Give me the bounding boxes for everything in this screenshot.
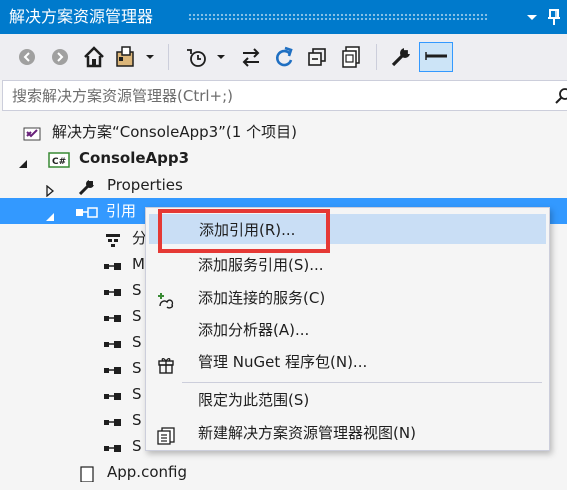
search-icon[interactable]: [555, 87, 567, 109]
properties-icon[interactable]: [386, 42, 414, 72]
reference-label: S: [132, 411, 142, 429]
title-grip[interactable]: [188, 13, 489, 21]
pending-changes-icon[interactable]: [182, 42, 210, 72]
reference-label: S: [132, 385, 142, 403]
search-box: [2, 80, 567, 111]
pending-changes-dropdown-icon[interactable]: [214, 42, 228, 72]
toolbar-separator: [376, 44, 377, 70]
menu-item-new-explorer-view[interactable]: 新建解决方案资源管理器视图(N): [149, 418, 546, 448]
reference-label: S: [132, 333, 142, 351]
menu-separator: [182, 382, 542, 383]
wrench-icon: [78, 177, 95, 196]
app-config-label: App.config: [107, 463, 187, 481]
properties-label: Properties: [107, 176, 183, 194]
tree-item-properties[interactable]: Properties: [0, 172, 567, 198]
menu-item-add-reference[interactable]: 添加引用(R)...: [149, 214, 546, 244]
assembly-reference-icon: [103, 308, 125, 324]
forward-icon[interactable]: [46, 42, 74, 72]
tree-item-app-config[interactable]: App.config: [0, 459, 567, 485]
menu-item-label: 添加分析器(A)...: [198, 321, 310, 339]
menu-item-label: 添加连接的服务(C): [198, 289, 326, 307]
toolbar: [0, 34, 567, 80]
menu-item-label: 添加引用(R)...: [199, 221, 296, 239]
show-all-files-icon[interactable]: [338, 42, 366, 72]
menu-item-label: 添加服务引用(S)...: [198, 256, 324, 274]
assembly-reference-icon: [103, 438, 125, 454]
reference-label: S: [132, 359, 142, 377]
reference-label: M: [132, 255, 145, 273]
menu-item-scope-to-this[interactable]: 限定为此范围(S): [149, 385, 546, 415]
csharp-project-icon: C#: [48, 150, 70, 168]
project-label: ConsoleApp3: [79, 149, 190, 167]
reference-label: S: [132, 307, 142, 325]
config-file-icon: [78, 464, 94, 483]
window-position-dropdown-icon[interactable]: [522, 6, 542, 28]
switch-views-icon[interactable]: [113, 42, 141, 72]
reference-label: S: [132, 281, 142, 299]
analyzer-icon: [105, 230, 121, 247]
home-icon[interactable]: [80, 42, 108, 72]
menu-item-manage-nuget[interactable]: 管理 NuGet 程序包(N)...: [149, 347, 546, 377]
menu-item-label: 限定为此范围(S): [198, 391, 310, 409]
assembly-reference-icon: [103, 282, 125, 298]
solution-label: 解决方案“ConsoleApp3”(1 个项目): [52, 123, 297, 141]
assembly-reference-icon: [103, 256, 125, 272]
csharp-badge-text: C#: [52, 157, 66, 167]
connected-service-icon: [157, 290, 174, 309]
context-menu: 添加引用(R)... 添加服务引用(S)... 添加连接的服务(C) 添加分析器…: [145, 207, 550, 451]
assembly-reference-icon: [103, 360, 125, 376]
menu-item-label: 新建解决方案资源管理器视图(N): [198, 424, 416, 442]
back-icon[interactable]: [13, 42, 41, 72]
switch-views-dropdown-icon[interactable]: [143, 42, 157, 72]
search-input[interactable]: [10, 84, 534, 108]
new-view-icon: [157, 425, 175, 445]
tree-item-project[interactable]: C# ConsoleApp3: [0, 145, 567, 171]
pin-icon[interactable]: [544, 6, 564, 28]
assembly-reference-icon: [103, 334, 125, 350]
reference-label: S: [132, 437, 142, 455]
menu-item-add-connected-service[interactable]: 添加连接的服务(C): [149, 283, 546, 313]
sync-icon[interactable]: [237, 42, 265, 72]
preview-icon[interactable]: [419, 42, 453, 72]
menu-item-add-service-reference[interactable]: 添加服务引用(S)...: [149, 250, 546, 280]
assembly-reference-icon: [103, 386, 125, 402]
toolbar-separator: [168, 44, 169, 70]
references-icon: [75, 203, 99, 219]
refresh-icon[interactable]: [270, 42, 298, 72]
window-title: 解决方案资源管理器: [9, 7, 154, 26]
collapse-all-icon[interactable]: [304, 42, 332, 72]
assembly-reference-icon: [103, 412, 125, 428]
references-label: 引用: [106, 202, 137, 220]
menu-item-add-analyzer[interactable]: 添加分析器(A)...: [149, 315, 546, 345]
tree-item-solution[interactable]: 解决方案“ConsoleApp3”(1 个项目): [0, 119, 567, 145]
nuget-icon: [157, 354, 174, 374]
solution-icon: [23, 124, 41, 141]
title-bar: 解决方案资源管理器: [0, 0, 567, 34]
menu-item-label: 管理 NuGet 程序包(N)...: [198, 353, 368, 371]
